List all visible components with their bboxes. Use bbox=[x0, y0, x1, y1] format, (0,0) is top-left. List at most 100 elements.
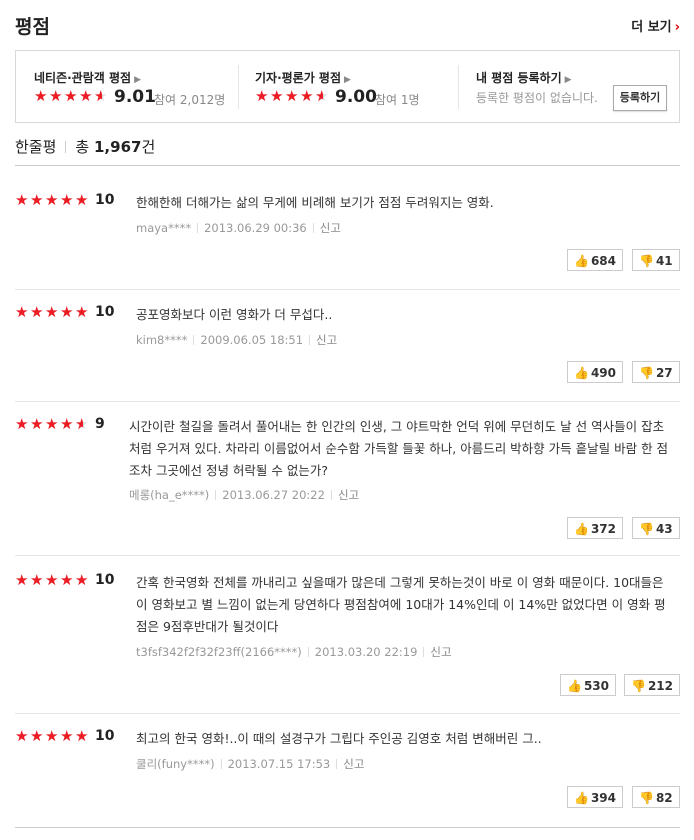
count-unit: 건 bbox=[141, 138, 156, 156]
review-count: 1,967 bbox=[94, 138, 142, 156]
star-icon: ★ ★ bbox=[60, 571, 74, 589]
oneline-header: 한줄평 총 1,967건 bbox=[15, 136, 155, 157]
more-link[interactable]: 더 보기 › bbox=[631, 16, 680, 35]
my-rating: 내 평점 등록하기 ▶ 등록한 평점이 없습니다. 등록하기 bbox=[458, 51, 678, 122]
dislike-count: 43 bbox=[655, 522, 673, 536]
netizen-participants: 2,012명 bbox=[179, 93, 226, 107]
star-icon: ★ ★ bbox=[15, 571, 29, 589]
review-text: 간혹 한국영화 전체를 까내리고 싶을때가 많은데 그렇게 못하는것이 바로 이… bbox=[136, 575, 666, 634]
review-author[interactable]: t3fsf342f2f32f23ff(2166****) bbox=[136, 645, 302, 659]
review-author[interactable]: 쿨리(funy****) bbox=[136, 757, 215, 771]
star-icon: ★ ★ bbox=[49, 87, 63, 105]
dislike-button[interactable]: 👎 27 bbox=[632, 361, 680, 383]
participants-label: 참여 bbox=[375, 93, 398, 107]
star-icon: ★ ★ bbox=[75, 191, 89, 209]
review-text: 최고의 한국 영화!..이 때의 설경구가 그립다 주인공 김영호 처럼 변해버… bbox=[136, 731, 542, 746]
caret-right-icon: ▶ bbox=[564, 75, 572, 85]
netizen-stars: ★ ★ ★ ★ ★ ★ ★ ★ ★ ★ bbox=[34, 89, 109, 108]
more-label: 더 보기 bbox=[631, 20, 672, 35]
star-icon: ★ ★ bbox=[15, 303, 29, 321]
star-icon: ★ ★ bbox=[64, 87, 78, 105]
critic-rating[interactable]: 기자·평론가 평점 ▶ ★ ★ ★ ★ ★ ★ ★ ★ ★ ★ 9.00 참여 1명 bbox=[237, 51, 457, 122]
dislike-button[interactable]: 👎 212 bbox=[624, 674, 681, 696]
report-link[interactable]: 신고 bbox=[343, 757, 364, 771]
review-text: 시간이란 철길을 돌려서 풀어내는 한 인간의 인생, 그 야트막한 언덕 위에… bbox=[129, 419, 669, 478]
review-author[interactable]: 메롱(ha_e****) bbox=[129, 488, 209, 502]
thumbs-down-icon: 👎 bbox=[639, 791, 654, 805]
page-title: 평점 bbox=[15, 16, 50, 38]
report-link[interactable]: 신고 bbox=[320, 221, 341, 235]
like-count: 372 bbox=[590, 522, 617, 536]
dislike-button[interactable]: 👎 41 bbox=[632, 249, 680, 271]
report-link[interactable]: 신고 bbox=[338, 488, 359, 502]
like-button[interactable]: 👍 684 bbox=[567, 249, 624, 271]
netizen-score: 9.01 bbox=[114, 87, 156, 107]
dislike-button[interactable]: 👎 43 bbox=[632, 517, 680, 539]
star-icon: ★ ★ bbox=[60, 727, 74, 745]
thumbs-up-icon: 👍 bbox=[574, 366, 589, 380]
divider bbox=[15, 165, 680, 166]
like-button[interactable]: 👍 490 bbox=[567, 361, 624, 383]
review-meta: kim8**** 2009.06.05 18:51 신고 bbox=[136, 332, 337, 348]
review-score: 10 bbox=[95, 304, 115, 320]
critic-stars: ★ ★ ★ ★ ★ ★ ★ ★ ★ ★ bbox=[255, 89, 330, 108]
review-stars: ★ ★ ★ ★ ★ ★ ★ ★ ★ ★ bbox=[15, 193, 90, 212]
review-author[interactable]: kim8**** bbox=[136, 333, 187, 347]
like-button[interactable]: 👍 394 bbox=[567, 786, 624, 808]
star-icon: ★ ★ bbox=[30, 303, 44, 321]
total-label: 총 bbox=[75, 138, 90, 156]
thumbs-up-icon: 👍 bbox=[567, 679, 582, 693]
star-icon: ★ ★ bbox=[45, 303, 59, 321]
review-stars: ★ ★ ★ ★ ★ ★ ★ ★ ★ ★ bbox=[15, 305, 90, 324]
star-icon: ★ ★ bbox=[45, 571, 59, 589]
star-icon: ★ ★ bbox=[15, 727, 29, 745]
like-button[interactable]: 👍 372 bbox=[567, 517, 624, 539]
participants-label: 참여 bbox=[154, 93, 177, 107]
thumbs-up-icon: 👍 bbox=[574, 791, 589, 805]
report-link[interactable]: 신고 bbox=[316, 333, 337, 347]
star-icon: ★ ★ bbox=[270, 87, 284, 105]
caret-right-icon: ▶ bbox=[344, 75, 351, 85]
review-date: 2009.06.05 18:51 bbox=[200, 333, 304, 347]
like-count: 394 bbox=[590, 791, 617, 805]
chevron-right-icon: › bbox=[674, 20, 680, 35]
star-icon: ★ ★ bbox=[45, 415, 59, 433]
dislike-count: 27 bbox=[655, 366, 673, 380]
register-rating-button[interactable]: 등록하기 bbox=[613, 85, 667, 111]
my-rating-label: 내 평점 등록하기 bbox=[476, 71, 562, 85]
thumbs-up-icon: 👍 bbox=[574, 254, 589, 268]
review-author[interactable]: maya**** bbox=[136, 221, 191, 235]
critic-participants: 1명 bbox=[400, 93, 420, 107]
star-icon: ★ ★ bbox=[94, 87, 108, 105]
thumbs-down-icon: 👎 bbox=[639, 366, 654, 380]
divider bbox=[15, 713, 680, 714]
report-link[interactable]: 신고 bbox=[430, 645, 451, 659]
thumbs-up-icon: 👍 bbox=[574, 522, 589, 536]
star-icon: ★ ★ bbox=[45, 727, 59, 745]
dislike-count: 82 bbox=[655, 791, 673, 805]
oneline-title: 한줄평 bbox=[15, 138, 57, 156]
dislike-button[interactable]: 👎 82 bbox=[632, 786, 680, 808]
review-item: ★ ★ ★ ★ ★ ★ ★ ★ ★ ★ 10 한해한해 더해가는 삶의 무게에 비례해 보기가 점… bbox=[15, 192, 680, 273]
review-text: 한해한해 더해가는 삶의 무게에 비례해 보기가 점점 두려워지는 영화. bbox=[136, 195, 494, 210]
star-icon: ★ ★ bbox=[285, 87, 299, 105]
like-count: 530 bbox=[583, 679, 610, 693]
star-icon: ★ ★ bbox=[45, 191, 59, 209]
star-icon: ★ ★ bbox=[75, 415, 89, 433]
rating-header: 평점 더 보기 › bbox=[15, 10, 680, 42]
star-icon: ★ ★ bbox=[60, 415, 74, 433]
review-date: 2013.07.15 17:53 bbox=[227, 757, 331, 771]
star-icon: ★ ★ bbox=[30, 415, 44, 433]
divider bbox=[15, 401, 680, 402]
netizen-label: 네티즌·관람객 평점 bbox=[34, 71, 132, 85]
critic-label: 기자·평론가 평점 bbox=[255, 71, 342, 85]
review-item: ★ ★ ★ ★ ★ ★ ★ ★ ★ ★ 10 간혹 한국영화 전체를 까내리고 싶을때가 많은데 … bbox=[15, 571, 681, 697]
review-score: 9 bbox=[95, 416, 105, 432]
like-button[interactable]: 👍 530 bbox=[560, 674, 617, 696]
dislike-count: 41 bbox=[655, 254, 673, 268]
caret-right-icon: ▶ bbox=[134, 75, 141, 85]
netizen-rating[interactable]: 네티즌·관람객 평점 ▶ ★ ★ ★ ★ ★ ★ ★ ★ ★ ★ 9.01 참여 2,012명 bbox=[16, 51, 236, 122]
star-icon: ★ ★ bbox=[30, 571, 44, 589]
my-rating-link[interactable]: 내 평점 등록하기 ▶ bbox=[476, 69, 572, 86]
star-icon: ★ ★ bbox=[30, 191, 44, 209]
